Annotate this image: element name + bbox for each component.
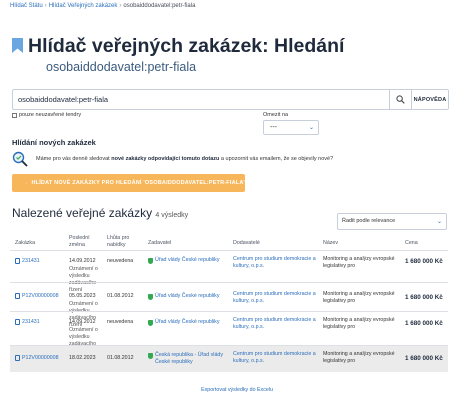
bookmark-icon: [12, 38, 23, 53]
chevron-down-icon: ⌄: [308, 125, 314, 131]
search-input[interactable]: osobaiddodavatel:petr-fiala: [18, 95, 108, 104]
checkbox-label: pouze neuzavřené tendry: [19, 112, 82, 118]
search-field[interactable]: osobaiddodavatel:petr-fiala NÁPOVĚDA: [12, 89, 449, 110]
col-header-deadline[interactable]: Lhůta pro nabídky: [107, 235, 137, 249]
limit-label: Omezit na: [263, 112, 289, 118]
contract-id: 231431: [22, 258, 40, 264]
contract-name: Monitoring a analýzy evropské legislativ…: [323, 256, 395, 269]
contract-link[interactable]: 231431: [15, 319, 40, 325]
results-heading: Nalezené veřejné zakázky 4 výsledky: [12, 206, 188, 220]
breadcrumb-separator: ›: [119, 3, 122, 9]
watch-text: Máme pro vás denně sledovat: [36, 156, 112, 162]
supplier-link[interactable]: Centrum pro studium demokracie a kultury…: [233, 351, 317, 365]
authority-link[interactable]: Úřad vlády České republiky: [148, 293, 226, 300]
contract-price: 1 680 000 Kč: [405, 355, 443, 362]
page-subtitle: osobaiddodavatel:petr-fiala: [46, 60, 197, 74]
breadcrumb-home-link[interactable]: Hlídač Státu: [10, 3, 43, 9]
page-title: Hlídač veřejných zakázek: Hledání: [28, 35, 345, 57]
document-icon: [15, 355, 20, 361]
col-header-authority[interactable]: Zadavatel: [148, 240, 171, 247]
eye-icon: [26, 182, 28, 184]
shield-icon: [148, 294, 153, 300]
export-excel-link[interactable]: Exportovat výsledky do Excelu: [0, 387, 474, 393]
contract-id: 231431: [22, 319, 40, 325]
shield-icon: [148, 353, 153, 359]
authority-name: Úřad vlády České republiky: [155, 319, 220, 325]
watch-button[interactable]: HLÍDAT NOVÉ ZAKÁZKY PRO HLEDÁNÍ 'OSOBAID…: [12, 174, 245, 192]
shield-icon: [148, 320, 153, 326]
authority-link[interactable]: Úřad vlády České republiky: [148, 257, 226, 264]
deadline: 01.08.2012: [107, 293, 134, 299]
sort-value: Řadit podle relevance: [342, 218, 396, 224]
contract-price: 1 680 000 Kč: [405, 258, 443, 265]
contract-link[interactable]: P12V00000008: [15, 355, 59, 361]
document-icon: [15, 293, 20, 299]
contract-name: Monitoring a analýzy evropské legislativ…: [323, 291, 395, 304]
authority-name: Česká republika - Úřad vlády České repub…: [155, 352, 224, 365]
results-count: 4 výsledky: [155, 212, 189, 219]
sort-select[interactable]: Řadit podle relevance ⌄: [337, 213, 447, 230]
help-button[interactable]: NÁPOVĚDA: [411, 90, 448, 109]
last-change-date: 05.05.2023: [69, 293, 96, 299]
deadline: 01.08.2012: [107, 355, 134, 361]
watch-button-label: HLÍDAT NOVÉ ZAKÁZKY PRO HLEDÁNÍ 'OSOBAID…: [31, 180, 245, 186]
last-change-date: 18.02.2023: [69, 355, 96, 361]
limit-select[interactable]: --- ⌄: [263, 120, 319, 135]
contract-name: Monitoring a analýzy evropské legislativ…: [323, 351, 395, 364]
deadline: neuvedena: [107, 319, 134, 325]
contract-link[interactable]: 231431: [15, 258, 40, 264]
authority-link[interactable]: Česká republika - Úřad vlády České repub…: [148, 352, 226, 366]
authority-link[interactable]: Úřad vlády České republiky: [148, 319, 226, 326]
watch-description: Máme pro vás denně sledovat nové zakázky…: [36, 156, 333, 162]
supplier-link[interactable]: Centrum pro studium demokracie a kultury…: [233, 291, 317, 305]
col-header-supplier[interactable]: Dodavatelé: [233, 240, 260, 247]
last-change-date: 14.09.2012: [69, 258, 96, 264]
authority-name: Úřad vlády České republiky: [155, 257, 220, 263]
search-button[interactable]: [389, 90, 411, 109]
document-icon: [15, 258, 20, 264]
authority-name: Úřad vlády České republiky: [155, 293, 220, 299]
contract-id: P12V00000008: [22, 293, 59, 299]
contract-link[interactable]: P12V00000008: [15, 293, 59, 299]
document-icon: [15, 319, 20, 325]
breadcrumb-contracts-link[interactable]: Hlídač Veřejných zakázek: [49, 3, 118, 9]
watch-section-title: Hlídání nových zakázek: [12, 138, 96, 147]
breadcrumb: Hlídač Státu › Hlídač Veřejných zakázek › os…: [10, 3, 195, 9]
contract-price: 1 680 000 Kč: [405, 294, 443, 301]
supplier-link[interactable]: Centrum pro studium demokracie a kultury…: [233, 256, 317, 270]
limit-value: ---: [270, 124, 277, 131]
col-header-last-change[interactable]: Poslední změna: [69, 235, 99, 249]
contract-price: 1 680 000 Kč: [405, 320, 443, 327]
checkbox-box[interactable]: [12, 112, 17, 118]
col-header-name[interactable]: Název: [323, 240, 338, 247]
magnifier-watch-icon: [12, 151, 28, 167]
contract-id: P12V00000008: [22, 355, 59, 361]
col-header-id[interactable]: Zakázka: [15, 240, 35, 247]
watch-text-bold: nové zakázky odpovídající tomuto dotazu: [111, 156, 220, 162]
col-header-price[interactable]: Cena: [405, 240, 418, 247]
only-unfinished-checkbox[interactable]: pouze neuzavřené tendry: [12, 112, 81, 118]
supplier-link[interactable]: Centrum pro studium demokracie a kultury…: [233, 317, 317, 331]
chevron-down-icon: ⌄: [436, 219, 442, 225]
breadcrumb-current: osobaiddodavatel:petr-fiala: [123, 3, 196, 9]
deadline: neuvedena: [107, 258, 134, 264]
contract-name: Monitoring a analýzy evropské legislativ…: [323, 317, 395, 330]
shield-icon: [148, 258, 153, 264]
last-change-date: 14.09.2012: [69, 319, 96, 325]
results-title: Nalezené veřejné zakázky: [12, 206, 153, 220]
watch-text: a upozornit vás emailem, že se objevily …: [219, 156, 334, 162]
breadcrumb-separator: ›: [44, 3, 47, 9]
search-icon: [396, 95, 405, 104]
